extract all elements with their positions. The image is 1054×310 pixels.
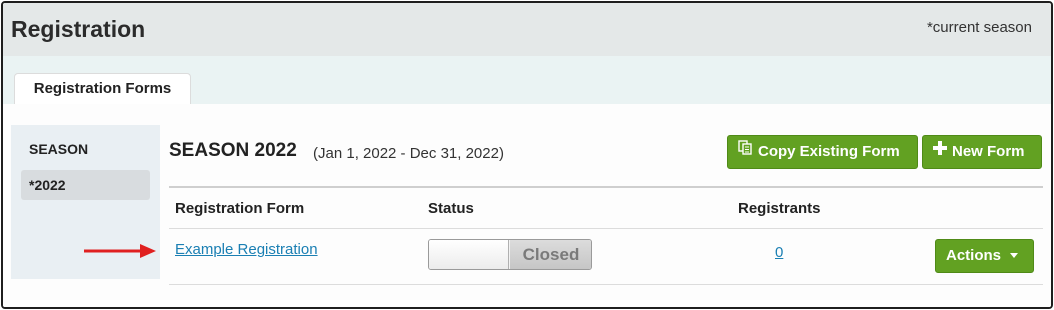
- registration-form-link[interactable]: Example Registration: [175, 241, 318, 258]
- table-row-divider: [169, 284, 1043, 285]
- copy-existing-form-label: Copy Existing Form: [758, 143, 900, 160]
- table-top-divider: [169, 186, 1043, 188]
- actions-label: Actions: [946, 247, 1002, 264]
- sidebar-item-2022[interactable]: *2022: [21, 170, 150, 200]
- new-form-button[interactable]: New Form: [922, 135, 1042, 169]
- status-toggle[interactable]: Closed: [428, 239, 592, 270]
- status-toggle-label: Closed: [510, 240, 591, 269]
- new-form-label: New Form: [952, 143, 1025, 160]
- tab-bar: Registration Forms: [3, 56, 1051, 105]
- page-title: Registration: [11, 16, 146, 42]
- copy-existing-form-button[interactable]: Copy Existing Form: [727, 135, 918, 169]
- copy-icon: [738, 135, 753, 167]
- toggle-knob: [429, 240, 509, 269]
- table-header-divider: [169, 228, 1043, 229]
- registrants-count-link[interactable]: 0: [775, 244, 783, 261]
- red-arrow-annotation: [84, 244, 156, 258]
- sidebar-heading: SEASON: [29, 141, 89, 157]
- actions-dropdown-button[interactable]: Actions: [935, 239, 1034, 273]
- caret-down-icon: [1010, 252, 1019, 258]
- plus-icon: [933, 135, 947, 167]
- column-header-status: Status: [428, 200, 474, 217]
- season-date-range: (Jan 1, 2022 - Dec 31, 2022): [313, 145, 504, 162]
- main-content: SEASON *2022 SEASON 2022 (Jan 1, 2022 - …: [3, 104, 1051, 307]
- page-header: Registration *current season: [3, 3, 1051, 56]
- registration-panel: Registration *current season Registratio…: [1, 1, 1053, 309]
- column-header-registration-form: Registration Form: [175, 200, 305, 217]
- current-season-note: *current season: [926, 19, 1032, 36]
- column-header-registrants: Registrants: [738, 200, 821, 217]
- season-title: SEASON 2022: [169, 140, 297, 161]
- tab-registration-forms[interactable]: Registration Forms: [14, 73, 191, 105]
